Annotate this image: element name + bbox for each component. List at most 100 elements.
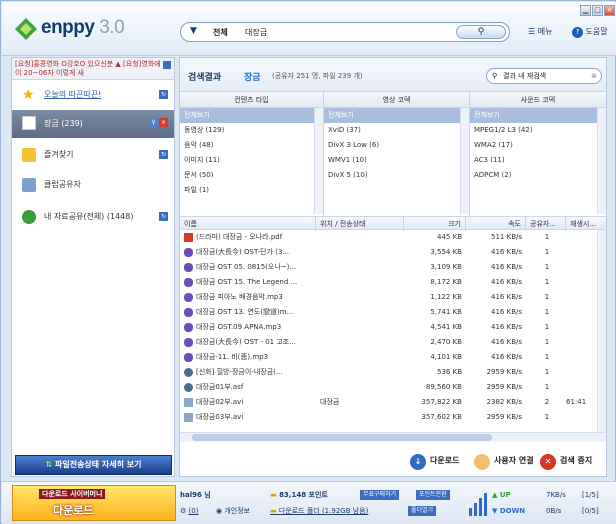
filter-option[interactable]: XviD (37)	[324, 123, 469, 138]
table-row[interactable]: 대장금(大長今) OST - 01 고조... 2,470 KB 416 KB/s 1	[180, 335, 598, 350]
filter-option[interactable]: 문서 (50)	[180, 168, 323, 183]
filter-option[interactable]: DivX 5 (10)	[324, 168, 469, 183]
search-input[interactable]: 대장금	[245, 27, 267, 38]
menu-icon: ☰	[528, 27, 536, 36]
file-list-header: 이름 위치 / 전송상태 크기 속도 공유자... 재생시...	[180, 216, 606, 231]
file-name: 대장금(大長今) OST-단가 (3...	[196, 248, 290, 256]
column-size[interactable]: 크기	[404, 217, 466, 231]
promo-banner[interactable]: 다운로드 사이버머니 다운로드	[12, 485, 176, 521]
file-speed: 416 KB/s	[491, 338, 522, 346]
filter-option[interactable]: MPEG1/2 L3 (42)	[470, 123, 606, 138]
transfer-arrows-icon: ⇅	[45, 460, 53, 469]
music-icon	[184, 293, 193, 302]
filter-option[interactable]: 전체보기	[180, 108, 323, 123]
file-speed: 416 KB/s	[491, 353, 522, 361]
menu-button[interactable]: ☰ 메뉴	[528, 24, 552, 40]
ticker-toggle-icon[interactable]	[163, 61, 171, 69]
sidebar-item-search-result[interactable]: 장금 (239) ⚲ ×	[12, 110, 174, 138]
filter-option[interactable]: 파일 (1)	[180, 183, 323, 198]
scroll-thumb[interactable]	[192, 434, 492, 441]
list-vertical-scrollbar[interactable]	[597, 230, 606, 432]
filter-scrollbar[interactable]	[314, 108, 323, 214]
filter-option[interactable]: AC3 (11)	[470, 153, 606, 168]
sidebar-item-today[interactable]: ★ 오늘의 따끈따끈! ↻	[12, 82, 174, 108]
filter-option[interactable]: WMA2 (17)	[470, 138, 606, 153]
table-row[interactable]: [신화] 힐방-장금이-내장금(... 536 KB 2959 KB/s 1	[180, 365, 598, 380]
filter-option[interactable]: 음악 (48)	[180, 138, 323, 153]
column-location[interactable]: 위치 / 전송상태	[316, 217, 404, 231]
refresh-icon[interactable]: ↻	[159, 90, 168, 99]
filter-option[interactable]: 동영상 (129)	[180, 123, 323, 138]
music-icon	[184, 338, 193, 347]
table-row[interactable]: 대장금 OST.09 APNA.mp3 4,541 KB 416 KB/s 1	[180, 320, 598, 335]
filter-option[interactable]: 전체보기	[470, 108, 606, 123]
list-horizontal-scrollbar[interactable]	[180, 432, 606, 442]
file-sharers: 1	[544, 263, 550, 271]
filter-option[interactable]: 이미지 (11)	[180, 153, 323, 168]
table-row[interactable]: 대장금 OST 13. 연도(戀道)m... 5,741 KB 416 KB/s 1	[180, 305, 598, 320]
table-row[interactable]: 대장금-11. 비(悲).mp3 4,101 KB 416 KB/s 1	[180, 350, 598, 365]
refresh-icon[interactable]: ↻	[159, 150, 168, 159]
close-tab-icon[interactable]: ×	[159, 118, 168, 127]
file-size: 8,172 KB	[430, 278, 462, 286]
table-row[interactable]: 대장금 OST 15. The Legend ... 8,172 KB 416 KB…	[180, 275, 598, 290]
column-name[interactable]: 이름	[180, 217, 316, 231]
file-sharers: 1	[544, 233, 550, 241]
download-button[interactable]: ↓ 다운로드	[410, 454, 459, 470]
filter-option[interactable]: DivX 3 Low (6)	[324, 138, 469, 153]
transfer-status-button[interactable]: ⇅ 파일전송상태 자세히 보기	[15, 455, 172, 475]
signal-icon	[468, 490, 488, 516]
help-button[interactable]: ? 도움말	[572, 24, 608, 40]
sidebar-item-favorites[interactable]: 즐겨찾기 ↻	[12, 142, 174, 168]
user-connect-button[interactable]: 사용자 연결	[474, 454, 534, 470]
filter-option[interactable]: WMV1 (10)	[324, 153, 469, 168]
table-row[interactable]: 대장금03부.avi 357,602 KB 2959 KB/s 1	[180, 410, 598, 425]
sidebar-item-club[interactable]: 클럽공유자	[12, 172, 174, 198]
file-size: 1,122 KB	[430, 293, 462, 301]
search-button[interactable]: ⚲	[456, 25, 506, 39]
table-row[interactable]: 대장금 OST 05. 0815(오나~)... 3,109 KB 416 KB/s…	[180, 260, 598, 275]
minimize-button[interactable]: ▁	[580, 5, 591, 16]
search-scope[interactable]: 전체	[213, 27, 228, 38]
download-folder[interactable]: ▬ 다운로드 폴더 (1.92GB 남음)	[270, 506, 368, 516]
maximize-button[interactable]: □	[592, 5, 603, 16]
video-icon	[184, 383, 193, 392]
filter-option[interactable]: ADPCM (2)	[470, 168, 606, 183]
personal-info-link[interactable]: ◉ 개인정보	[216, 506, 250, 516]
column-playtime[interactable]: 재생시...	[566, 217, 606, 231]
results-header: 검색결과 장금 (공유자 251 명, 파일 239 개) ⚲ 결과 내 재검색…	[180, 58, 606, 92]
user-icon	[474, 454, 490, 470]
stop-search-button[interactable]: ✕ 검색 중지	[540, 454, 592, 470]
scope-dropdown-icon[interactable]: ▼	[190, 26, 197, 36]
open-folder-button[interactable]: 폴더열기	[408, 506, 437, 516]
file-size: 4,101 KB	[430, 353, 462, 361]
file-speed: 416 KB/s	[491, 263, 522, 271]
settings-link[interactable]: ⚙ (0)	[180, 506, 198, 516]
column-speed[interactable]: 속도	[466, 217, 526, 231]
results-panel: 검색결과 장금 (공유자 251 명, 파일 239 개) ⚲ 결과 내 재검색…	[179, 57, 607, 477]
refresh-icon[interactable]: ↻	[159, 212, 168, 221]
notice-ticker[interactable]: [요청]홍콩영화 O강호O 있으신분 ▲ [요청]영화에이 20~06자 이렇게…	[12, 58, 174, 80]
sidebar-item-my-shares[interactable]: 내 자료공유(전체) (1448) ↻	[12, 204, 174, 230]
table-row[interactable]: 대장금01부.asf 89,560 KB 2959 KB/s 1	[180, 380, 598, 395]
close-button[interactable]: ×	[604, 5, 615, 16]
search-tab-icon[interactable]: ⚲	[149, 118, 158, 127]
file-location: 대장금	[320, 398, 340, 406]
table-row[interactable]: 대장금02부.avi 대장금 357,822 KB 2382 KB/s 2 61:41	[180, 395, 598, 410]
subsearch-input[interactable]: ⚲ 결과 내 재검색 ⊗	[486, 68, 602, 84]
table-row[interactable]: (드라마) 대장금 - 오나라.pdf 445 KB 511 KB/s 1	[180, 230, 598, 245]
table-row[interactable]: 대장금 피아노 배경음악.mp3 1,122 KB 416 KB/s 1	[180, 290, 598, 305]
charge-button[interactable]: 무료구매하기	[360, 490, 400, 500]
filter-scrollbar[interactable]	[597, 108, 606, 214]
file-speed: 2382 KB/s	[486, 398, 522, 406]
results-count: (공유자 251 명, 파일 239 개)	[272, 72, 363, 80]
file-speed: 416 KB/s	[491, 308, 522, 316]
results-title: 검색결과	[188, 73, 222, 83]
column-sharers[interactable]: 공유자...	[526, 217, 566, 231]
filter-option[interactable]: 전체보기	[324, 108, 469, 123]
filter-scrollbar[interactable]	[460, 108, 469, 214]
sidebar: [요청]홍콩영화 O강호O 있으신분 ▲ [요청]영화에이 20~06자 이렇게…	[11, 57, 175, 477]
clear-icon[interactable]: ⊗	[591, 69, 597, 83]
convert-button[interactable]: 포인트전환	[416, 490, 450, 500]
table-row[interactable]: 대장금(大長今) OST-단가 (3... 3,554 KB 416 KB/s 1	[180, 245, 598, 260]
